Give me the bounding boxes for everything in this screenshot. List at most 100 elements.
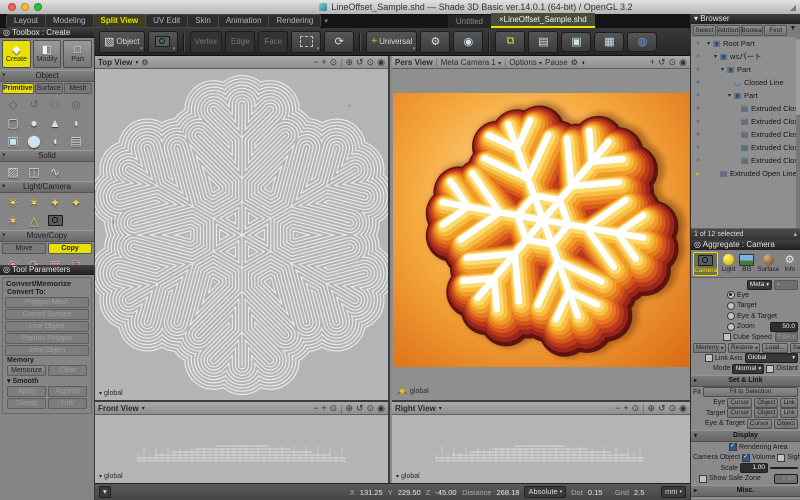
aggregate-tab-camera[interactable]: Camera <box>693 252 718 276</box>
minimize-window-button[interactable] <box>21 3 29 11</box>
orbit-button[interactable]: ↺ <box>658 403 666 414</box>
tree-item[interactable]: ●▤Extruded Closed <box>691 115 800 128</box>
render-flag-icon[interactable]: ● <box>691 92 705 99</box>
snap-grid-button[interactable]: ▣ <box>561 32 591 52</box>
zoom-value-field[interactable]: 50.0 <box>770 322 798 332</box>
front-view-menu-icon[interactable]: ▾ <box>142 405 145 412</box>
radio-target[interactable] <box>727 302 735 310</box>
shading-button[interactable]: ▦ <box>594 32 624 52</box>
move-copy-section-header[interactable]: ▾Move/Copy <box>0 230 94 242</box>
convert-curved-surface-button[interactable]: Curved Surface <box>5 309 89 320</box>
view-options-button[interactable]: ◉ <box>679 57 687 68</box>
cylinder-icon[interactable]: ⬤ <box>24 132 44 149</box>
circle-tool-icon[interactable]: ◎ <box>66 96 86 113</box>
copy-button[interactable]: Copy <box>48 243 92 254</box>
memory-button[interactable]: Memory ◂ <box>693 343 726 353</box>
zoom-out-button[interactable]: − <box>615 403 620 413</box>
cube-speed-checkbox[interactable] <box>723 333 731 341</box>
magnify-button[interactable]: ⊙ <box>632 403 640 414</box>
tree-item[interactable]: ●▤Extruded Closed <box>691 102 800 115</box>
sphere-icon[interactable]: ● <box>24 114 44 131</box>
view-options-button[interactable]: ◉ <box>679 403 687 414</box>
rect-tool-icon[interactable]: □ <box>45 96 65 113</box>
tool-parameters-header[interactable]: ◎ Tool Parameters <box>0 265 94 275</box>
tree-item[interactable]: ▸▤Extruded Open Line <box>691 167 800 180</box>
target-cursor-button[interactable]: Cursor <box>727 408 752 418</box>
pan-button[interactable]: ⊕ <box>346 57 354 68</box>
browser-header[interactable]: ▾ Browser <box>691 14 800 24</box>
top-view-axis-label[interactable]: ▾global <box>99 390 123 397</box>
convert-line-object-button[interactable]: Line Object <box>5 321 89 332</box>
workspace-tab-skin[interactable]: Skin <box>188 15 219 27</box>
solid-subtract-icon[interactable]: ◫ <box>24 163 44 180</box>
workspace-tab-animation[interactable]: Animation <box>219 15 270 27</box>
zoom-in-button[interactable]: + <box>623 403 628 413</box>
aggregate-tab-bg[interactable]: BG <box>739 252 755 274</box>
distant-checkbox[interactable] <box>766 365 774 373</box>
marquee-select-button[interactable]: ▾ <box>291 31 321 53</box>
vertex-mode-button[interactable]: Vertex <box>190 31 223 53</box>
rotate-view-button[interactable]: ⟳ <box>324 31 354 53</box>
front-view-label[interactable]: Front View <box>98 404 139 413</box>
doc-tab-lineoffset-sample[interactable]: ×LineOffset_Sample.shd <box>491 13 595 28</box>
curve-tool-icon[interactable]: ◇ <box>3 96 23 113</box>
world-button[interactable]: ◍ <box>627 32 657 52</box>
top-view-canvas[interactable]: + + ▾global <box>95 69 388 400</box>
render-flag-icon[interactable]: ● <box>691 144 705 151</box>
render-frame-button[interactable]: ▤ <box>528 31 558 53</box>
target-link-button[interactable]: Link <box>780 408 798 418</box>
view-options-button[interactable]: ◉ <box>377 57 385 68</box>
block-icon[interactable]: ▤ <box>66 132 86 149</box>
modify-mode-button[interactable]: ◧Modify <box>33 40 62 68</box>
zoom-out-button[interactable]: − <box>313 403 318 413</box>
eye-object-button[interactable]: Object <box>754 398 778 408</box>
pan-button[interactable]: ⊕ <box>648 403 656 414</box>
meta-sub-dropdown[interactable]: ▾ <box>774 280 798 290</box>
zoom-window-button[interactable] <box>34 3 42 11</box>
render-flag-marker-icon[interactable]: ▸ <box>691 170 705 178</box>
pers-view-label[interactable]: Pers View <box>395 58 433 67</box>
right-view-label[interactable]: Right View <box>395 404 436 413</box>
coord-mode-dropdown[interactable]: Absolute▾ <box>524 486 566 498</box>
top-view-label[interactable]: Top View <box>98 58 132 67</box>
smooth-link-button[interactable]: Link <box>48 398 87 409</box>
clear-button[interactable]: Clear <box>48 365 87 376</box>
radio-eye[interactable] <box>727 291 735 299</box>
browser-tab-find[interactable]: Find <box>764 25 787 36</box>
part-mode-button[interactable]: □Part <box>63 40 92 68</box>
tree-expand-toggle[interactable]: ▾ <box>712 53 719 60</box>
zoom-tool-button[interactable]: ⊙ <box>669 57 677 68</box>
workspace-tab-modeling[interactable]: Modeling <box>46 15 93 27</box>
memorize-button[interactable]: Memorize <box>7 365 46 376</box>
zoom-tool-button[interactable]: ⊙ <box>367 57 375 68</box>
render-flag-icon[interactable]: ● <box>691 118 705 125</box>
top-view-gear-icon[interactable]: ⚙ <box>141 58 148 67</box>
ellipse-icon[interactable]: ◖ <box>45 132 65 149</box>
tree-item[interactable]: ●▾▣Part <box>691 63 800 76</box>
pause-button[interactable]: Pause <box>545 58 568 67</box>
set-link-section[interactable]: ▸Set & Link <box>691 375 800 387</box>
render-flag-icon[interactable]: ● <box>691 40 705 47</box>
browser-tab-select[interactable]: Select <box>693 25 716 36</box>
tree-item[interactable]: ●▤Extruded Closed <box>691 154 800 167</box>
smooth-append-button[interactable]: Append <box>48 386 87 397</box>
workspace-tab-uv-edit[interactable]: UV Edit <box>146 15 188 27</box>
camera-tool-button[interactable]: ▾ <box>148 31 178 53</box>
render-flag-icon[interactable]: ● <box>691 131 705 138</box>
display-section[interactable]: ▾Display <box>691 430 800 442</box>
magnify-button[interactable]: ⊙ <box>330 403 338 414</box>
restore-button[interactable]: Restore ◂ <box>728 343 760 353</box>
render-flag-icon[interactable]: ● <box>691 157 705 164</box>
camera-create-icon[interactable] <box>45 212 65 229</box>
area-light-icon[interactable]: ✦ <box>66 194 86 211</box>
render-flag-icon[interactable]: ● <box>691 53 705 60</box>
pers-view-canvas[interactable]: global <box>392 69 690 400</box>
pers-view-axis-label[interactable]: global <box>396 385 429 397</box>
object-mode-button[interactable]: ▧Object▾ <box>99 31 145 53</box>
orbit-button[interactable]: ↺ <box>658 57 666 68</box>
radio-eye-target[interactable] <box>727 312 735 320</box>
right-view-menu-icon[interactable]: ▾ <box>439 405 442 412</box>
show-safe-zone-checkbox[interactable] <box>699 475 707 483</box>
eye-cursor-button[interactable]: Cursor <box>727 398 752 408</box>
distant-light-icon[interactable]: ✦ <box>45 194 65 211</box>
